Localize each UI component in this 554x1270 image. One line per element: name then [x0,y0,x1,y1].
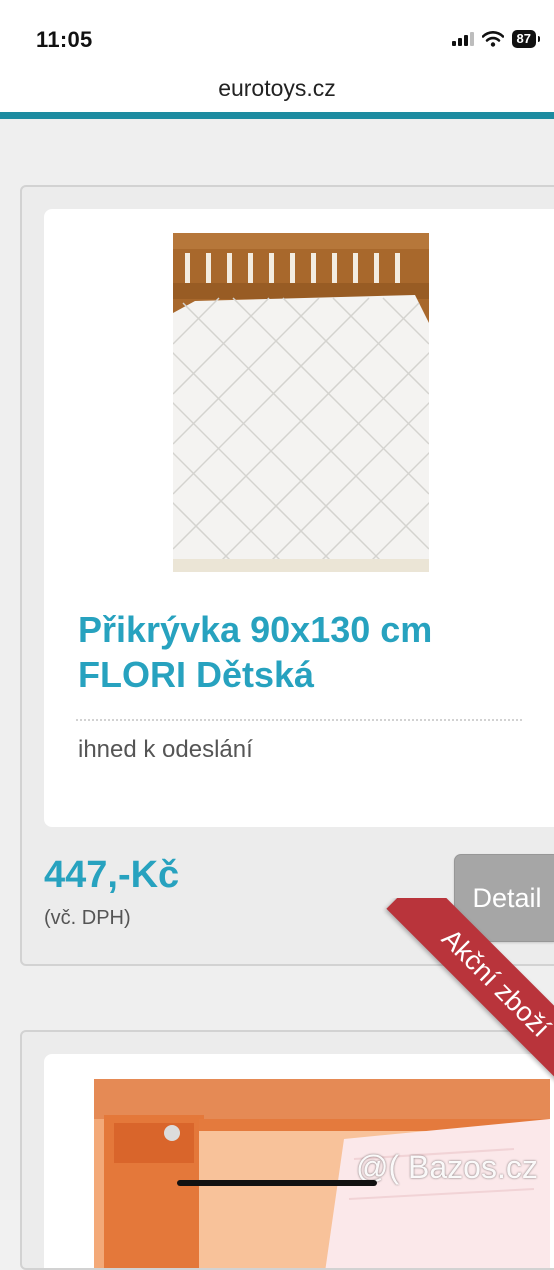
product-card: Přikrývka 90x130 cm FLORI Dětská ihned k… [20,185,554,966]
status-bar: 11:05 87 [0,0,554,70]
sale-ribbon-container: Akční zboží [334,898,554,1098]
watermark: @( Bazos.cz [356,1149,538,1185]
header-accent-line [0,112,554,119]
sale-ribbon: Akční zboží [386,898,554,1093]
status-time: 11:05 [36,27,93,52]
product-card-inner: Přikrývka 90x130 cm FLORI Dětská ihned k… [44,209,554,827]
home-indicator[interactable] [177,1180,377,1186]
availability-status: ihned k odeslání [78,736,253,763]
product-image[interactable] [173,233,429,572]
product-price: 447,-Kč [44,854,180,896]
battery-indicator: 87 [511,30,541,48]
vat-note: (vč. DPH) [44,907,131,929]
url-text: eurotoys.cz [218,75,336,101]
wifi-icon [481,31,504,47]
quilt-photo [173,233,429,572]
status-icons: 87 [451,28,541,50]
product-title[interactable]: Přikrývka 90x130 cm FLORI Dětská [78,607,538,697]
signal-icon [451,32,474,46]
address-bar[interactable]: eurotoys.cz [0,70,554,112]
title-divider [76,719,522,721]
